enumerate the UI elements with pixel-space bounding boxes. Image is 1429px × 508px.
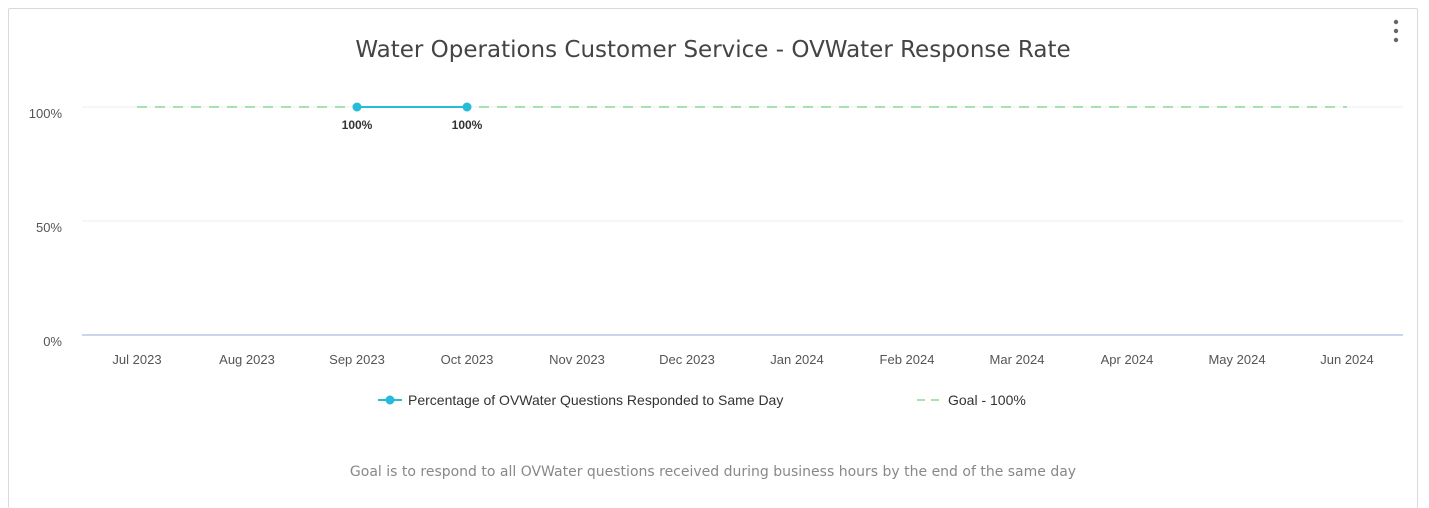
- chart-title: Water Operations Customer Service - OVWa…: [355, 37, 1070, 63]
- legend-item-goal[interactable]: Goal - 100%: [917, 392, 1026, 408]
- legend-marker-response-rate: [385, 395, 395, 405]
- x-tick-label: Dec 2023: [659, 352, 715, 367]
- x-tick-label: Feb 2024: [880, 352, 935, 367]
- y-tick-label: 50%: [36, 220, 62, 235]
- x-axis-ticks: Jul 2023 Aug 2023 Sep 2023 Oct 2023 Nov 2023…: [112, 352, 1373, 367]
- legend[interactable]: Percentage of OVWater Questions Responde…: [378, 392, 1026, 408]
- x-tick-label: Jan 2024: [770, 352, 824, 367]
- data-labels: 100% 100%: [342, 118, 483, 132]
- y-tick-label: 0%: [43, 334, 62, 349]
- chart-footnote: Goal is to respond to all OVWater questi…: [350, 464, 1076, 480]
- vertical-ellipsis-icon[interactable]: [1388, 16, 1404, 46]
- y-axis-ticks: 0% 50% 100%: [29, 106, 63, 349]
- data-point-response-rate[interactable]: [352, 102, 362, 112]
- x-tick-label: Sep 2023: [329, 352, 385, 367]
- legend-label-response-rate: Percentage of OVWater Questions Responde…: [408, 392, 783, 408]
- legend-item-response-rate[interactable]: Percentage of OVWater Questions Responde…: [378, 392, 783, 408]
- data-label: 100%: [452, 118, 483, 132]
- legend-label-goal: Goal - 100%: [948, 392, 1026, 408]
- x-tick-label: Mar 2024: [990, 352, 1045, 367]
- y-tick-label: 100%: [29, 106, 63, 121]
- data-point-response-rate[interactable]: [462, 102, 472, 112]
- x-tick-label: Aug 2023: [219, 352, 275, 367]
- x-tick-label: Jul 2023: [112, 352, 161, 367]
- x-tick-label: Jun 2024: [1320, 352, 1374, 367]
- x-tick-label: Oct 2023: [441, 352, 494, 367]
- line-chart: Water Operations Customer Service - OVWa…: [29, 37, 1403, 480]
- data-label: 100%: [342, 118, 373, 132]
- x-tick-label: Nov 2023: [549, 352, 605, 367]
- grid-layer: [82, 106, 1403, 336]
- x-tick-label: May 2024: [1208, 352, 1265, 367]
- x-tick-label: Apr 2024: [1101, 352, 1154, 367]
